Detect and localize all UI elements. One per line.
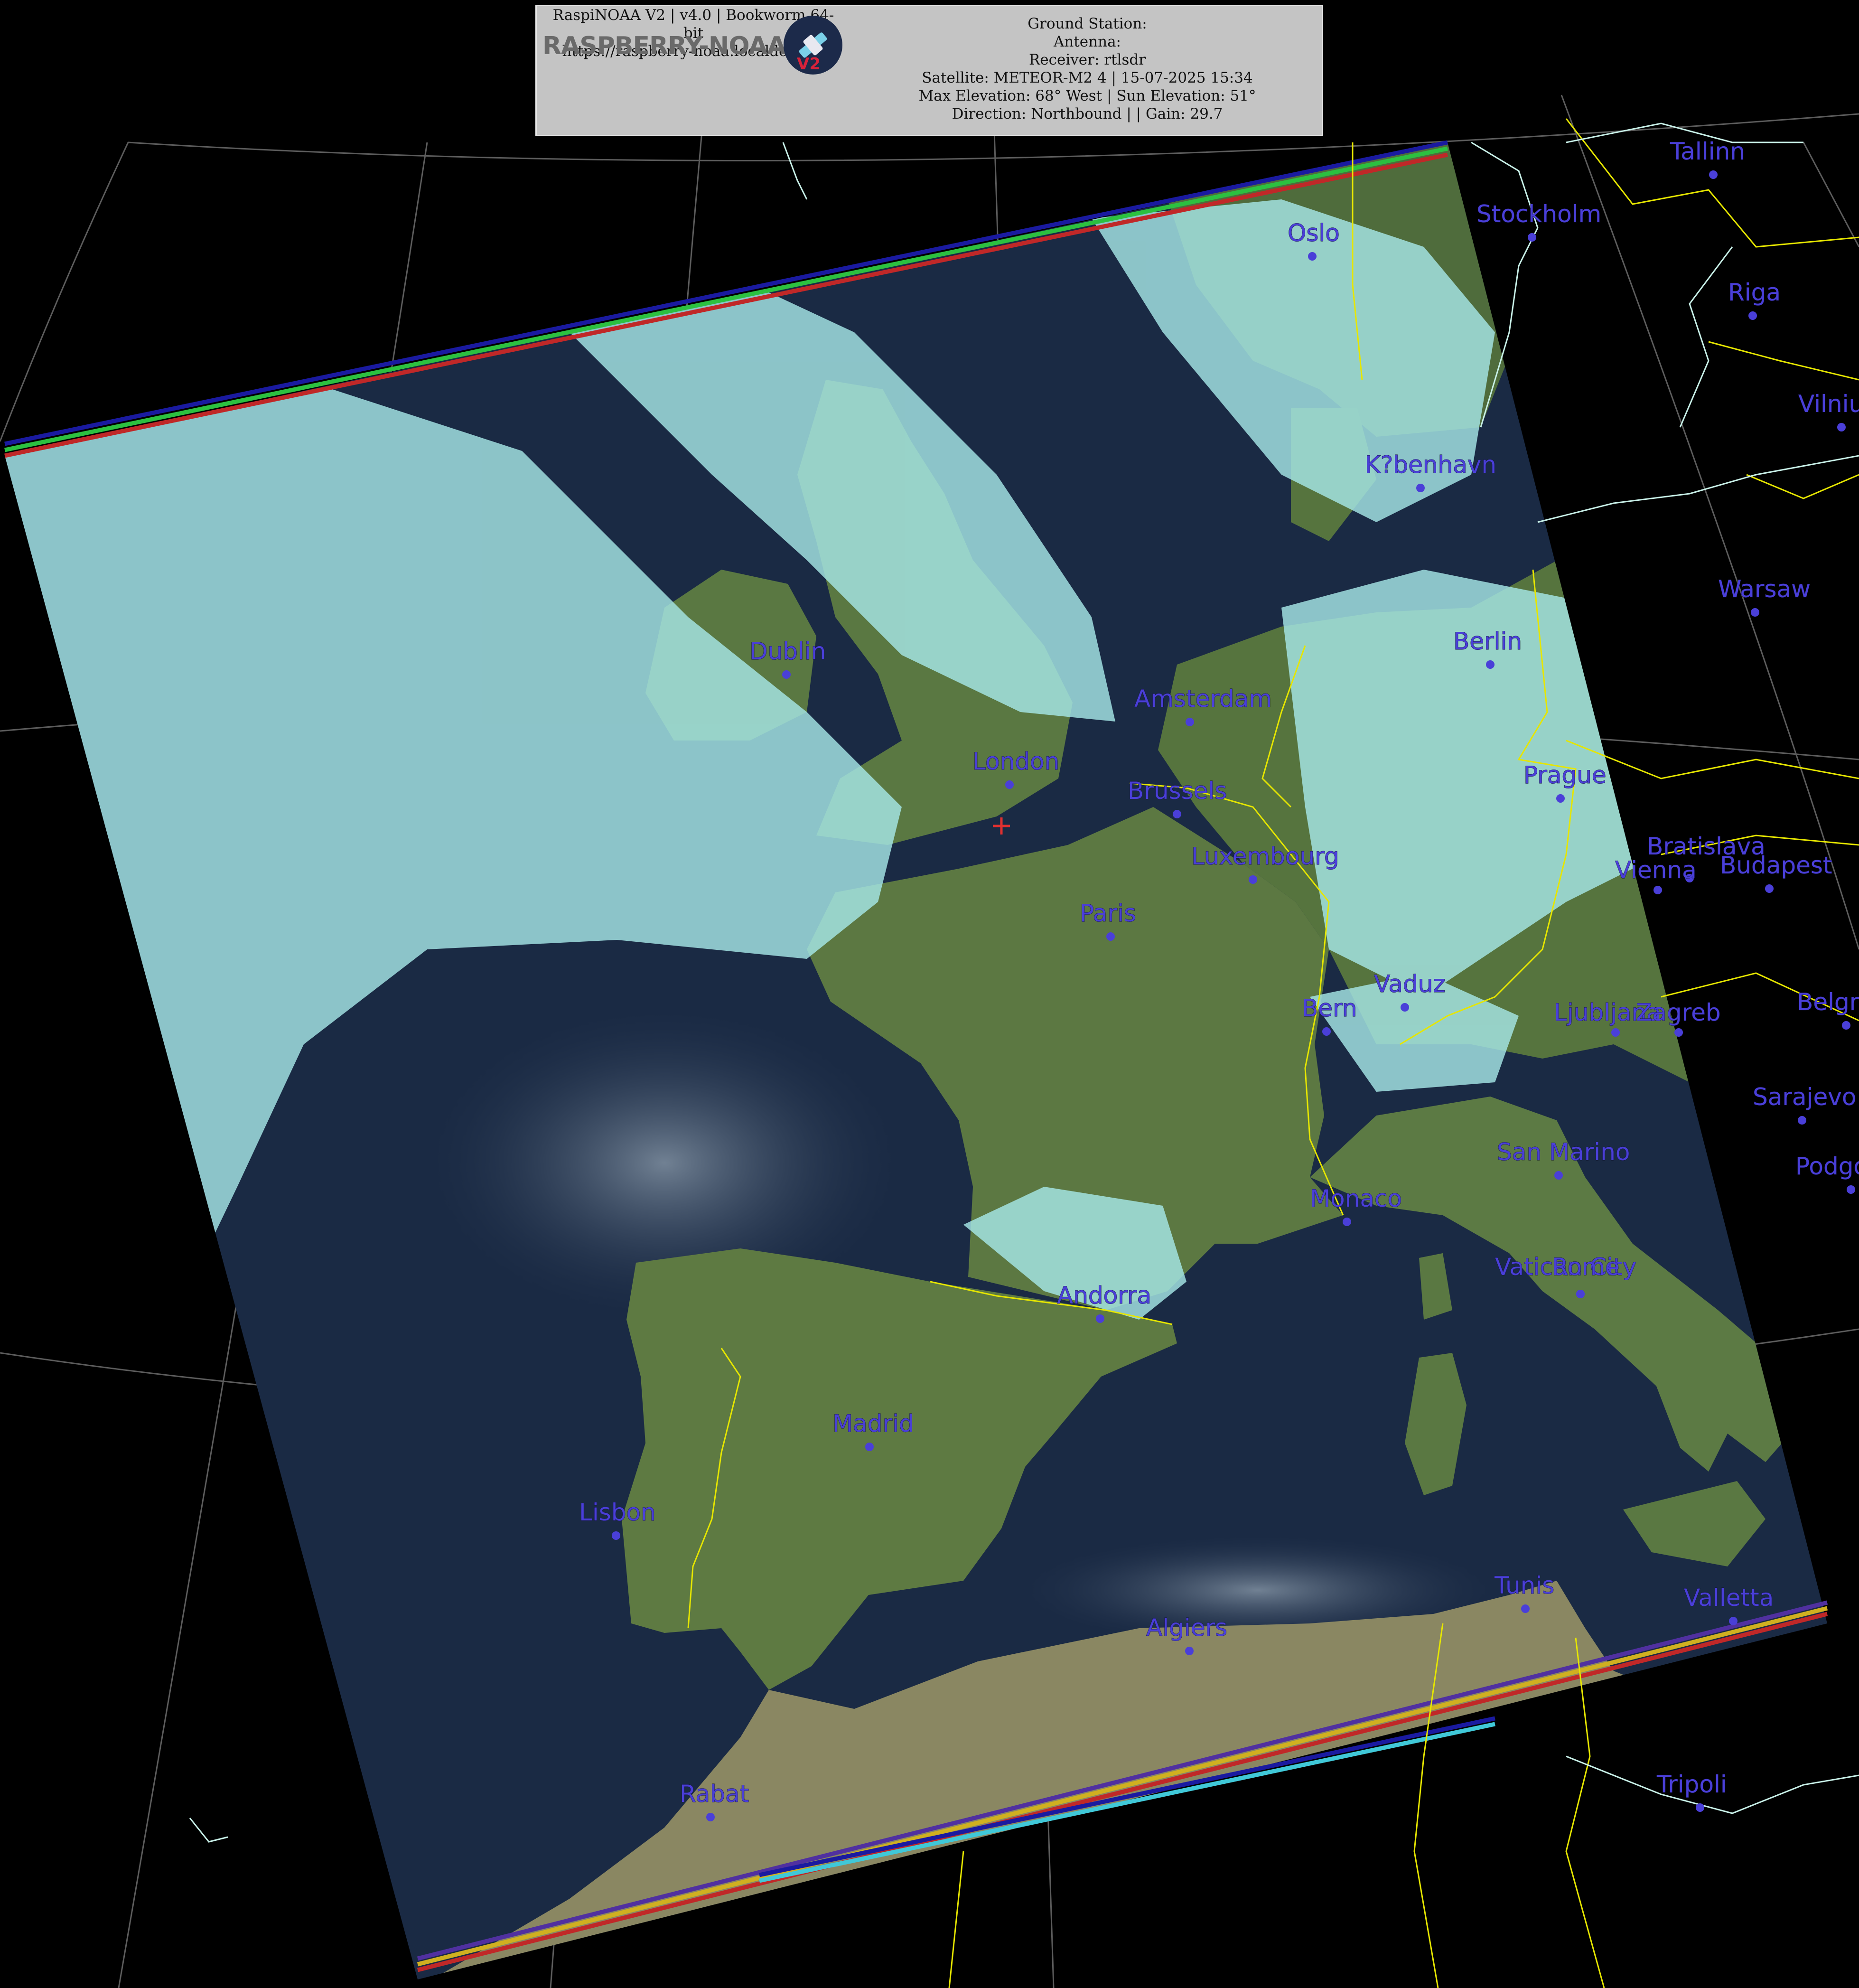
city-label: Budapest xyxy=(1720,852,1832,879)
city-marker xyxy=(1554,1171,1563,1180)
city-marker xyxy=(1556,794,1565,803)
city-label: Brussels xyxy=(1128,777,1227,805)
city-label: Madrid xyxy=(832,1410,914,1437)
city-marker xyxy=(1185,1647,1194,1655)
pass-info-box: RASPBERRY-NOAA V2 RaspiNOAA V2 | v4.0 | … xyxy=(535,5,1323,136)
city-marker xyxy=(1842,1021,1850,1030)
raspberry-noaa-logo: RASPBERRY-NOAA V2 xyxy=(542,11,846,77)
city-label: Andorra xyxy=(1057,1282,1151,1309)
city-label: Zagreb xyxy=(1636,999,1721,1026)
city-label: Dublin xyxy=(749,638,826,665)
city-marker xyxy=(1096,1314,1104,1323)
city-label: Sarajevo xyxy=(1753,1083,1856,1111)
city-label: Tripoli xyxy=(1656,1771,1727,1798)
antenna-line: Antenna: xyxy=(1053,33,1121,50)
city-marker xyxy=(1401,1003,1409,1012)
city-marker xyxy=(1765,884,1774,893)
city-label: Riga xyxy=(1728,279,1781,306)
city-label: Prague xyxy=(1523,761,1607,789)
city-marker xyxy=(1748,311,1757,320)
city-label: Vilnius xyxy=(1798,390,1859,418)
satellite-line: Satellite: METEOR-M2 4 | 15-07-2025 15:3… xyxy=(922,69,1253,86)
city-label: K?benhavn xyxy=(1365,451,1496,478)
satellite-swath xyxy=(5,142,1827,1979)
city-label: Bern xyxy=(1302,994,1357,1022)
city-marker xyxy=(1521,1604,1530,1613)
pass-details: Ground Station: Antenna: Receiver: rtlsd… xyxy=(850,15,1325,123)
city-marker xyxy=(1106,932,1115,941)
city-marker xyxy=(1528,233,1536,242)
city-label: Amsterdam xyxy=(1134,685,1272,713)
city-label: Algiers xyxy=(1146,1614,1227,1641)
direction-gain-line: Direction: Northbound | | Gain: 29.7 xyxy=(952,105,1223,122)
city-marker xyxy=(1729,1617,1738,1625)
city-marker xyxy=(1653,886,1662,894)
city-label: Tunis xyxy=(1494,1572,1554,1599)
satellite-map: Tallinn Stockholm Oslo Riga Vilnius K?benhavn… xyxy=(0,56,1859,1988)
city-label: Valletta xyxy=(1684,1584,1774,1612)
city-marker xyxy=(612,1531,620,1540)
city-marker xyxy=(706,1813,715,1821)
city-marker xyxy=(1751,608,1759,617)
city-label: Paris xyxy=(1080,900,1136,927)
city-label: Oslo xyxy=(1288,219,1340,247)
city-marker xyxy=(1576,1290,1585,1298)
city-marker xyxy=(1186,718,1194,726)
city-label: Monaco xyxy=(1310,1185,1402,1212)
city-marker xyxy=(1173,810,1181,818)
city-label: San Marino xyxy=(1497,1138,1630,1166)
city-label: Belgrade xyxy=(1797,988,1859,1016)
city-label: Berlin xyxy=(1453,628,1522,655)
city-marker xyxy=(1308,252,1317,261)
city-label: Stockholm xyxy=(1476,200,1601,228)
city-marker xyxy=(1709,170,1718,179)
city-marker xyxy=(1674,1028,1683,1037)
logo-version: V2 xyxy=(797,55,821,74)
city-label: Warsaw xyxy=(1718,575,1811,603)
ground-station-line: Ground Station: xyxy=(1028,15,1147,32)
city-marker xyxy=(1005,780,1014,789)
city-label: Luxembourg xyxy=(1191,843,1339,870)
city-marker xyxy=(1837,423,1846,431)
city-marker xyxy=(865,1443,874,1451)
city-marker xyxy=(1343,1218,1351,1226)
city-marker xyxy=(1611,1028,1620,1037)
city-marker xyxy=(1798,1116,1806,1125)
city-marker xyxy=(1416,484,1425,492)
city-marker xyxy=(782,670,791,679)
city-label: London xyxy=(972,748,1059,775)
logo-text: RASPBERRY-NOAA xyxy=(542,32,786,60)
city-marker xyxy=(1847,1185,1855,1194)
city-label: Vaduz xyxy=(1374,970,1446,998)
city-marker xyxy=(1696,1803,1704,1812)
city-marker xyxy=(1486,660,1495,669)
elevation-line: Max Elevation: 68° West | Sun Elevation:… xyxy=(918,87,1256,104)
city-label: Rome xyxy=(1552,1253,1620,1281)
city-label: Podgorica xyxy=(1795,1153,1859,1180)
city-marker xyxy=(1322,1027,1331,1036)
receiver-line: Receiver: rtlsdr xyxy=(1028,51,1146,68)
city-label: Rabat xyxy=(680,1780,749,1808)
city-label: Lisbon xyxy=(579,1499,656,1526)
city-label: Vienna xyxy=(1615,856,1697,884)
city-marker xyxy=(1249,875,1257,884)
city-label: Tallinn xyxy=(1670,138,1745,165)
